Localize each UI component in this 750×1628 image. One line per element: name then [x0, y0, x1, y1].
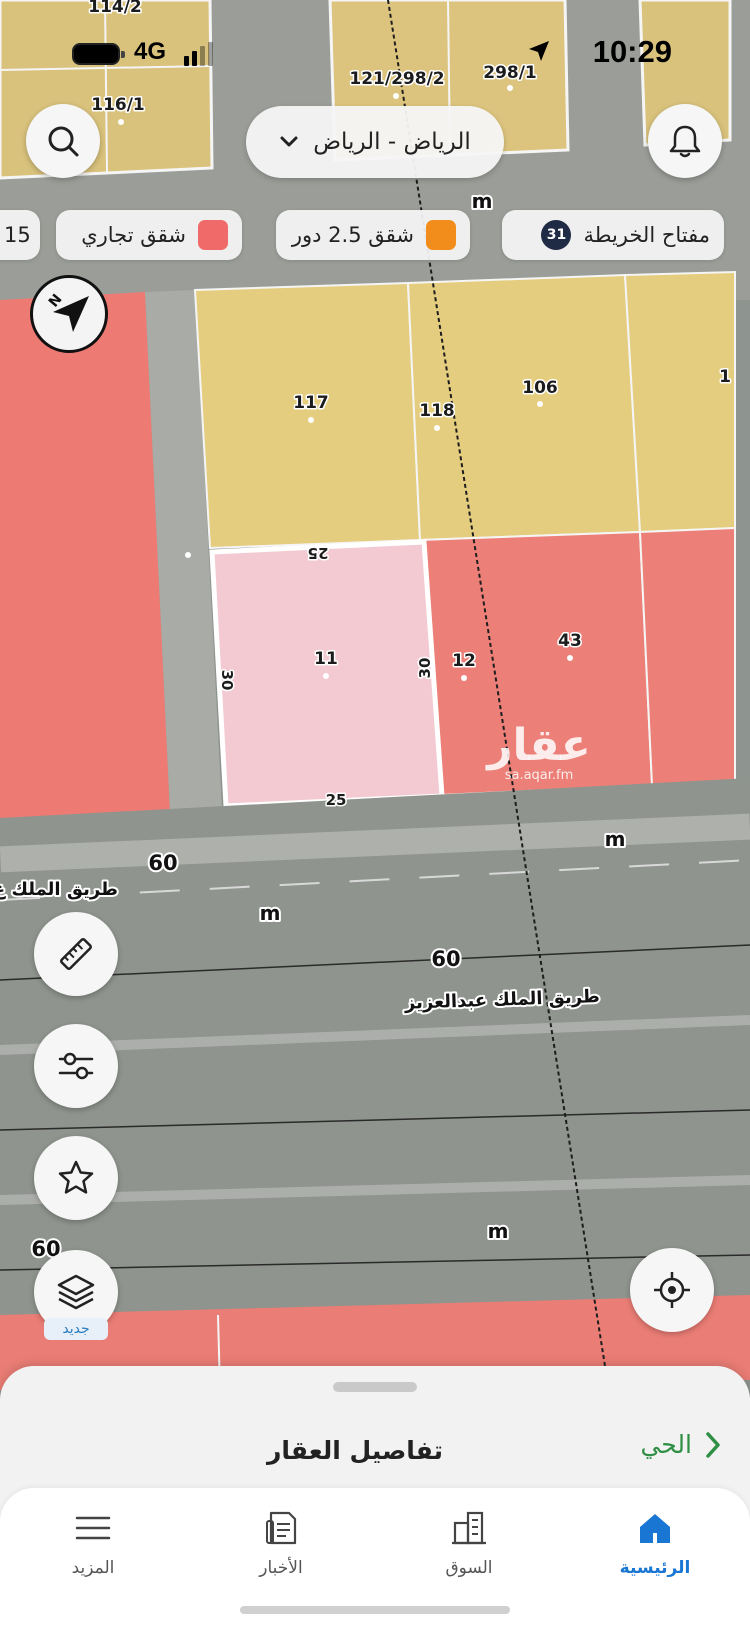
- buildings-icon: [452, 1511, 486, 1545]
- home-icon: [640, 1514, 670, 1543]
- road-name-label: طريق الملك ع: [0, 879, 118, 900]
- city-name: الرياض - الرياض: [313, 129, 471, 155]
- plot-marker: [507, 85, 513, 91]
- meter-marker: m: [605, 827, 626, 851]
- chevron-right-icon: [706, 1431, 720, 1458]
- plot-label: 12: [452, 651, 476, 671]
- watermark-logo: عقار: [487, 720, 591, 771]
- road-width-label: 60: [431, 947, 460, 971]
- plot-label: 118: [419, 401, 455, 421]
- plot-label: 114/2: [88, 0, 142, 17]
- bell-icon: [669, 125, 701, 158]
- tab-label: الرئيسية: [619, 1558, 691, 1578]
- location-arrow-icon: [529, 41, 549, 61]
- district-label: الحي: [640, 1430, 692, 1459]
- sheet-title: تفاصيل العقار: [267, 1436, 443, 1465]
- svg-text:N: N: [46, 291, 66, 310]
- layers-icon: [57, 1274, 95, 1310]
- plot-marker: [323, 673, 329, 679]
- plot-marker: [118, 119, 124, 125]
- map-key-button[interactable]: مفتاح الخريطة 31: [502, 210, 724, 260]
- plot-label: 1: [719, 367, 731, 387]
- plot-label: 116/1: [91, 95, 145, 115]
- menu-icon: [75, 1516, 111, 1540]
- measure-button[interactable]: [34, 912, 118, 996]
- star-icon: [58, 1160, 94, 1194]
- crosshair-icon: [654, 1272, 690, 1308]
- dimension-bottom: 25: [326, 791, 347, 809]
- meter-marker: m: [260, 901, 281, 925]
- dimension-top: 25: [308, 544, 329, 562]
- legend-chip-commercial[interactable]: شقق تجاري: [56, 210, 242, 260]
- plot-commercial-left[interactable]: [0, 292, 170, 818]
- search-button[interactable]: [26, 104, 100, 178]
- plot-117[interactable]: [193, 281, 422, 550]
- plot-marker: [537, 401, 543, 407]
- notifications-button[interactable]: [648, 104, 722, 178]
- plot-marker: [434, 425, 440, 431]
- dimension-right: 30: [416, 658, 434, 679]
- chevron-down-icon: [280, 136, 298, 147]
- compass-button[interactable]: N: [30, 275, 108, 353]
- map-key-label: مفتاح الخريطة: [583, 223, 710, 247]
- plot-marker: [393, 93, 399, 99]
- new-badge: جديد: [44, 1318, 108, 1340]
- legend-chip-label: شقق تجاري: [81, 223, 186, 247]
- legend-chip-apartments[interactable]: شقق 2.5 دور: [276, 210, 470, 260]
- plot-marker: [308, 417, 314, 423]
- plot-label: 117: [293, 393, 329, 413]
- home-indicator: [240, 1606, 510, 1614]
- plot-label: 43: [558, 631, 582, 651]
- my-location-button[interactable]: [630, 1248, 714, 1332]
- ruler-icon: [60, 938, 92, 970]
- plot-label: 11: [314, 649, 338, 669]
- tab-news[interactable]: الأخبار: [216, 1508, 346, 1588]
- road-width-label: 60: [148, 851, 177, 875]
- network-type: 4G: [134, 38, 167, 65]
- tab-market[interactable]: السوق: [404, 1508, 534, 1588]
- map-screen: 114/2 116/1 121/298/2 298/1 117 118 106 …: [0, 0, 750, 1628]
- favorites-button[interactable]: [34, 1136, 118, 1220]
- tab-home[interactable]: الرئيسية: [590, 1508, 720, 1588]
- plot-marker: [185, 552, 191, 558]
- sliders-icon: [58, 1052, 94, 1080]
- sheet-grabber[interactable]: [333, 1382, 417, 1392]
- legend-swatch: [426, 220, 456, 250]
- legend-chip-partial[interactable]: 15: [0, 210, 40, 260]
- meter-marker: m: [488, 1219, 509, 1243]
- map-key-count: 31: [541, 220, 572, 250]
- tab-more[interactable]: المزيد: [28, 1508, 158, 1588]
- map-legend-bar: 15 شقق تجاري شقق 2.5 دور مفتاح الخريطة 3…: [0, 210, 750, 262]
- plot-marker: [567, 655, 573, 661]
- plot-marker: [461, 675, 467, 681]
- filters-button[interactable]: [34, 1024, 118, 1108]
- bottom-tab-bar: الرئيسية السوق الأخبار المزيد: [0, 1488, 750, 1628]
- signal-icon: [184, 42, 213, 66]
- compass-icon: N: [46, 291, 89, 332]
- status-bar: 4G 10:29: [0, 34, 750, 74]
- news-icon: [266, 1511, 297, 1545]
- legend-swatch: [198, 220, 228, 250]
- tab-label: الأخبار: [259, 1558, 303, 1578]
- battery-icon: [72, 43, 125, 65]
- tab-label: المزيد: [71, 1558, 115, 1578]
- plot-43[interactable]: [638, 526, 736, 787]
- city-selector[interactable]: الرياض - الرياض: [246, 106, 504, 178]
- legend-chip-label: 15: [4, 223, 31, 247]
- plot-label: 106: [522, 378, 558, 398]
- district-link[interactable]: الحي: [640, 1430, 722, 1459]
- search-icon: [48, 126, 79, 157]
- plot-106[interactable]: [623, 270, 736, 534]
- dimension-left: 30: [218, 670, 236, 691]
- status-time: 10:29: [592, 34, 672, 69]
- aqar-watermark: عقار sa.aqar.fm: [474, 720, 604, 784]
- tab-label: السوق: [445, 1558, 493, 1578]
- legend-chip-label: شقق 2.5 دور: [291, 223, 414, 247]
